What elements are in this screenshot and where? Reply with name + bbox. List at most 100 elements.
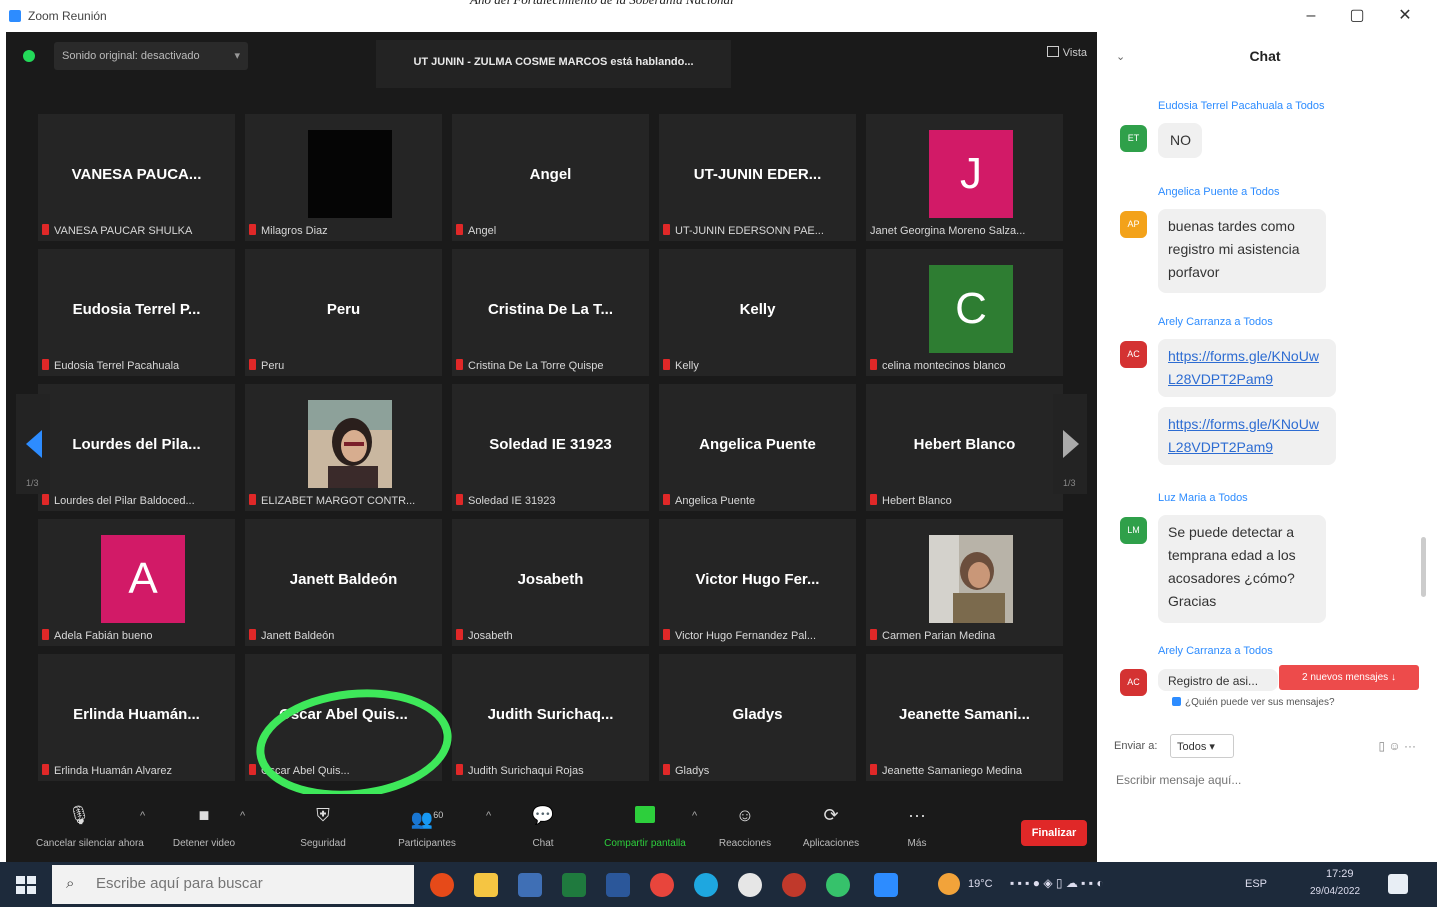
chrome-icon[interactable]: [650, 873, 674, 897]
participant-tile[interactable]: Erlinda Huamán... Erlinda Huamán Alvarez: [38, 654, 235, 781]
edge-icon[interactable]: [694, 873, 718, 897]
participant-tile[interactable]: J Janet Georgina Moreno Salza...: [866, 114, 1063, 241]
weather-icon[interactable]: [938, 873, 960, 895]
more-button[interactable]: ··· Más: [874, 802, 960, 849]
participant-tile[interactable]: Angel Angel: [452, 114, 649, 241]
apps-button[interactable]: ⟳ Aplicaciones: [788, 802, 874, 849]
audio-options-chevron-icon[interactable]: ^: [140, 810, 145, 822]
view-button[interactable]: Vista: [1046, 46, 1087, 59]
file-explorer-icon[interactable]: [474, 873, 498, 897]
participant-tile[interactable]: A Adela Fabián bueno: [38, 519, 235, 646]
view-label: Vista: [1062, 47, 1087, 59]
message-sender: Arely Carranza a Todos: [1158, 645, 1273, 657]
form-link[interactable]: https://forms.gle/KNoUwL28VDPT2Pam9: [1158, 407, 1336, 465]
participant-label: Josabeth: [456, 629, 645, 642]
chat-message-input[interactable]: [1114, 772, 1408, 788]
original-sound-button[interactable]: Sonido original: desactivado ▾: [54, 42, 248, 70]
windows-start-icon[interactable]: [16, 876, 36, 894]
file-icon[interactable]: ▯: [1378, 739, 1385, 753]
language-indicator[interactable]: ESP: [1245, 878, 1267, 890]
participant-label-text: Eudosia Terrel Pacahuala: [54, 360, 180, 372]
participant-tile[interactable]: Ccelina montecinos blanco: [866, 249, 1063, 376]
participant-tile[interactable]: ELIZABET MARGOT CONTR...: [245, 384, 442, 511]
share-options-chevron-icon[interactable]: ^: [692, 810, 697, 822]
notifications-icon[interactable]: [1388, 874, 1408, 894]
stop-video-label: Detener video: [172, 838, 236, 849]
close-button[interactable]: ✕: [1390, 4, 1420, 28]
new-messages-button[interactable]: 2 nuevos mensajes ↓: [1279, 665, 1419, 690]
participant-tile[interactable]: UT-JUNIN EDER... UT-JUNIN EDERSONN PAE...: [659, 114, 856, 241]
stop-video-button[interactable]: ■ Detener video: [161, 802, 247, 849]
calculator-app-icon[interactable]: [518, 873, 542, 897]
zoom-taskbar-icon[interactable]: [874, 873, 898, 897]
share-screen-button[interactable]: Compartir pantalla: [602, 802, 688, 849]
participant-label: Adela Fabián bueno: [42, 629, 231, 642]
encryption-shield-icon[interactable]: [23, 50, 35, 62]
participant-tile[interactable]: Jeanette Samani... Jeanette Samaniego Med…: [866, 654, 1063, 781]
participant-tile[interactable]: VANESA PAUCA... VANESA PAUCAR SHULKA: [38, 114, 235, 241]
reactions-button[interactable]: ☺ Reacciones: [702, 802, 788, 849]
participant-tile[interactable]: Kelly Kelly: [659, 249, 856, 376]
participant-tile[interactable]: Janett Baldeón Janett Baldeón: [245, 519, 442, 646]
send-to-select[interactable]: Todos ▾: [1170, 734, 1234, 758]
participant-label-text: Angelica Puente: [675, 495, 756, 507]
unmute-button[interactable]: 🎙 Cancelar silenciar ahora: [36, 802, 144, 849]
media-app-icon[interactable]: [430, 873, 454, 897]
sender-avatar: ET: [1120, 125, 1147, 152]
participants-options-chevron-icon[interactable]: ^: [486, 810, 491, 822]
taskbar-search-input[interactable]: [94, 874, 398, 893]
participant-label: Janet Georgina Moreno Salza...: [870, 225, 1059, 237]
message-bubble: NO: [1158, 123, 1202, 158]
chat-scrollbar[interactable]: [1421, 537, 1426, 597]
clock-time[interactable]: 17:29: [1326, 868, 1354, 880]
participant-tile[interactable]: Peru Peru: [245, 249, 442, 376]
participant-label: Cristina De La Torre Quispe: [456, 359, 645, 372]
participant-tile[interactable]: Judith Surichaq... Judith Surichaqui Roja…: [452, 654, 649, 781]
muted-mic-icon: [870, 494, 877, 505]
participant-tile[interactable]: Cristina De La T... Cristina De La Torre …: [452, 249, 649, 376]
participant-label-text: Kelly: [675, 360, 699, 372]
participants-button[interactable]: 👥60 Participantes: [384, 802, 470, 849]
word-icon[interactable]: [606, 873, 630, 897]
browser-app-icon[interactable]: [782, 873, 806, 897]
participant-tile[interactable]: Lourdes del Pila... Lourdes del Pilar Bal…: [38, 384, 235, 511]
who-can-see-link[interactable]: ¿Quién puede ver sus mensajes?: [1172, 697, 1335, 708]
maximize-button[interactable]: ▢: [1342, 4, 1372, 28]
participants-icon: 👥60: [410, 809, 444, 829]
video-camera-icon: ■: [198, 805, 210, 825]
participant-tile[interactable]: Angelica Puente Angelica Puente: [659, 384, 856, 511]
security-button[interactable]: ⛨ Seguridad: [280, 802, 366, 849]
end-meeting-button[interactable]: Finalizar: [1021, 820, 1087, 846]
participant-tile[interactable]: Josabeth Josabeth: [452, 519, 649, 646]
chat-label: Chat: [532, 838, 554, 849]
participant-label: celina montecinos blanco: [870, 359, 1059, 372]
participant-label: Lourdes del Pilar Baldoced...: [42, 494, 231, 507]
muted-mic-icon: [42, 629, 49, 640]
minimize-button[interactable]: –: [1296, 4, 1326, 28]
muted-mic-icon: [456, 224, 463, 235]
participant-tile[interactable]: Eudosia Terrel P... Eudosia Terrel Pacahu…: [38, 249, 235, 376]
message-bubble: Se puede detectar a temprana edad a los …: [1158, 515, 1326, 623]
participant-label-text: Milagros Diaz: [261, 225, 328, 237]
more-icon[interactable]: ···: [1404, 739, 1416, 753]
chat-app-icon[interactable]: [826, 873, 850, 897]
participant-tile[interactable]: Soledad IE 31923 Soledad IE 31923: [452, 384, 649, 511]
form-link[interactable]: https://forms.gle/KNoUwL28VDPT2Pam9: [1158, 339, 1336, 397]
clock-date[interactable]: 29/04/2022: [1310, 886, 1360, 897]
emoji-icon[interactable]: ☺: [1388, 739, 1400, 753]
participant-grid: VANESA PAUCA... VANESA PAUCAR SHULKA Mila…: [38, 114, 1068, 782]
taskbar-search[interactable]: ⌕: [52, 865, 414, 904]
participant-display-name: Lourdes del Pila...: [72, 436, 201, 453]
pin-app-icon[interactable]: [738, 873, 762, 897]
message-sender: Luz Maria a Todos: [1158, 492, 1248, 504]
system-tray-icons[interactable]: ▪ ▪ ▪ ● ◈ ▯ ☁ ▪ ▪ ◐: [1010, 876, 1104, 890]
participant-tile[interactable]: Gladys Gladys: [659, 654, 856, 781]
chat-button[interactable]: 💬 Chat: [500, 802, 586, 849]
participant-tile[interactable]: Carmen Parian Medina: [866, 519, 1063, 646]
participant-tile[interactable]: Victor Hugo Fer... Victor Hugo Fernandez …: [659, 519, 856, 646]
video-options-chevron-icon[interactable]: ^: [240, 810, 245, 822]
participant-tile[interactable]: Hebert Blanco Hebert Blanco: [866, 384, 1063, 511]
excel-icon[interactable]: [562, 873, 586, 897]
participant-tile[interactable]: Milagros Diaz: [245, 114, 442, 241]
muted-mic-icon: [42, 359, 49, 370]
